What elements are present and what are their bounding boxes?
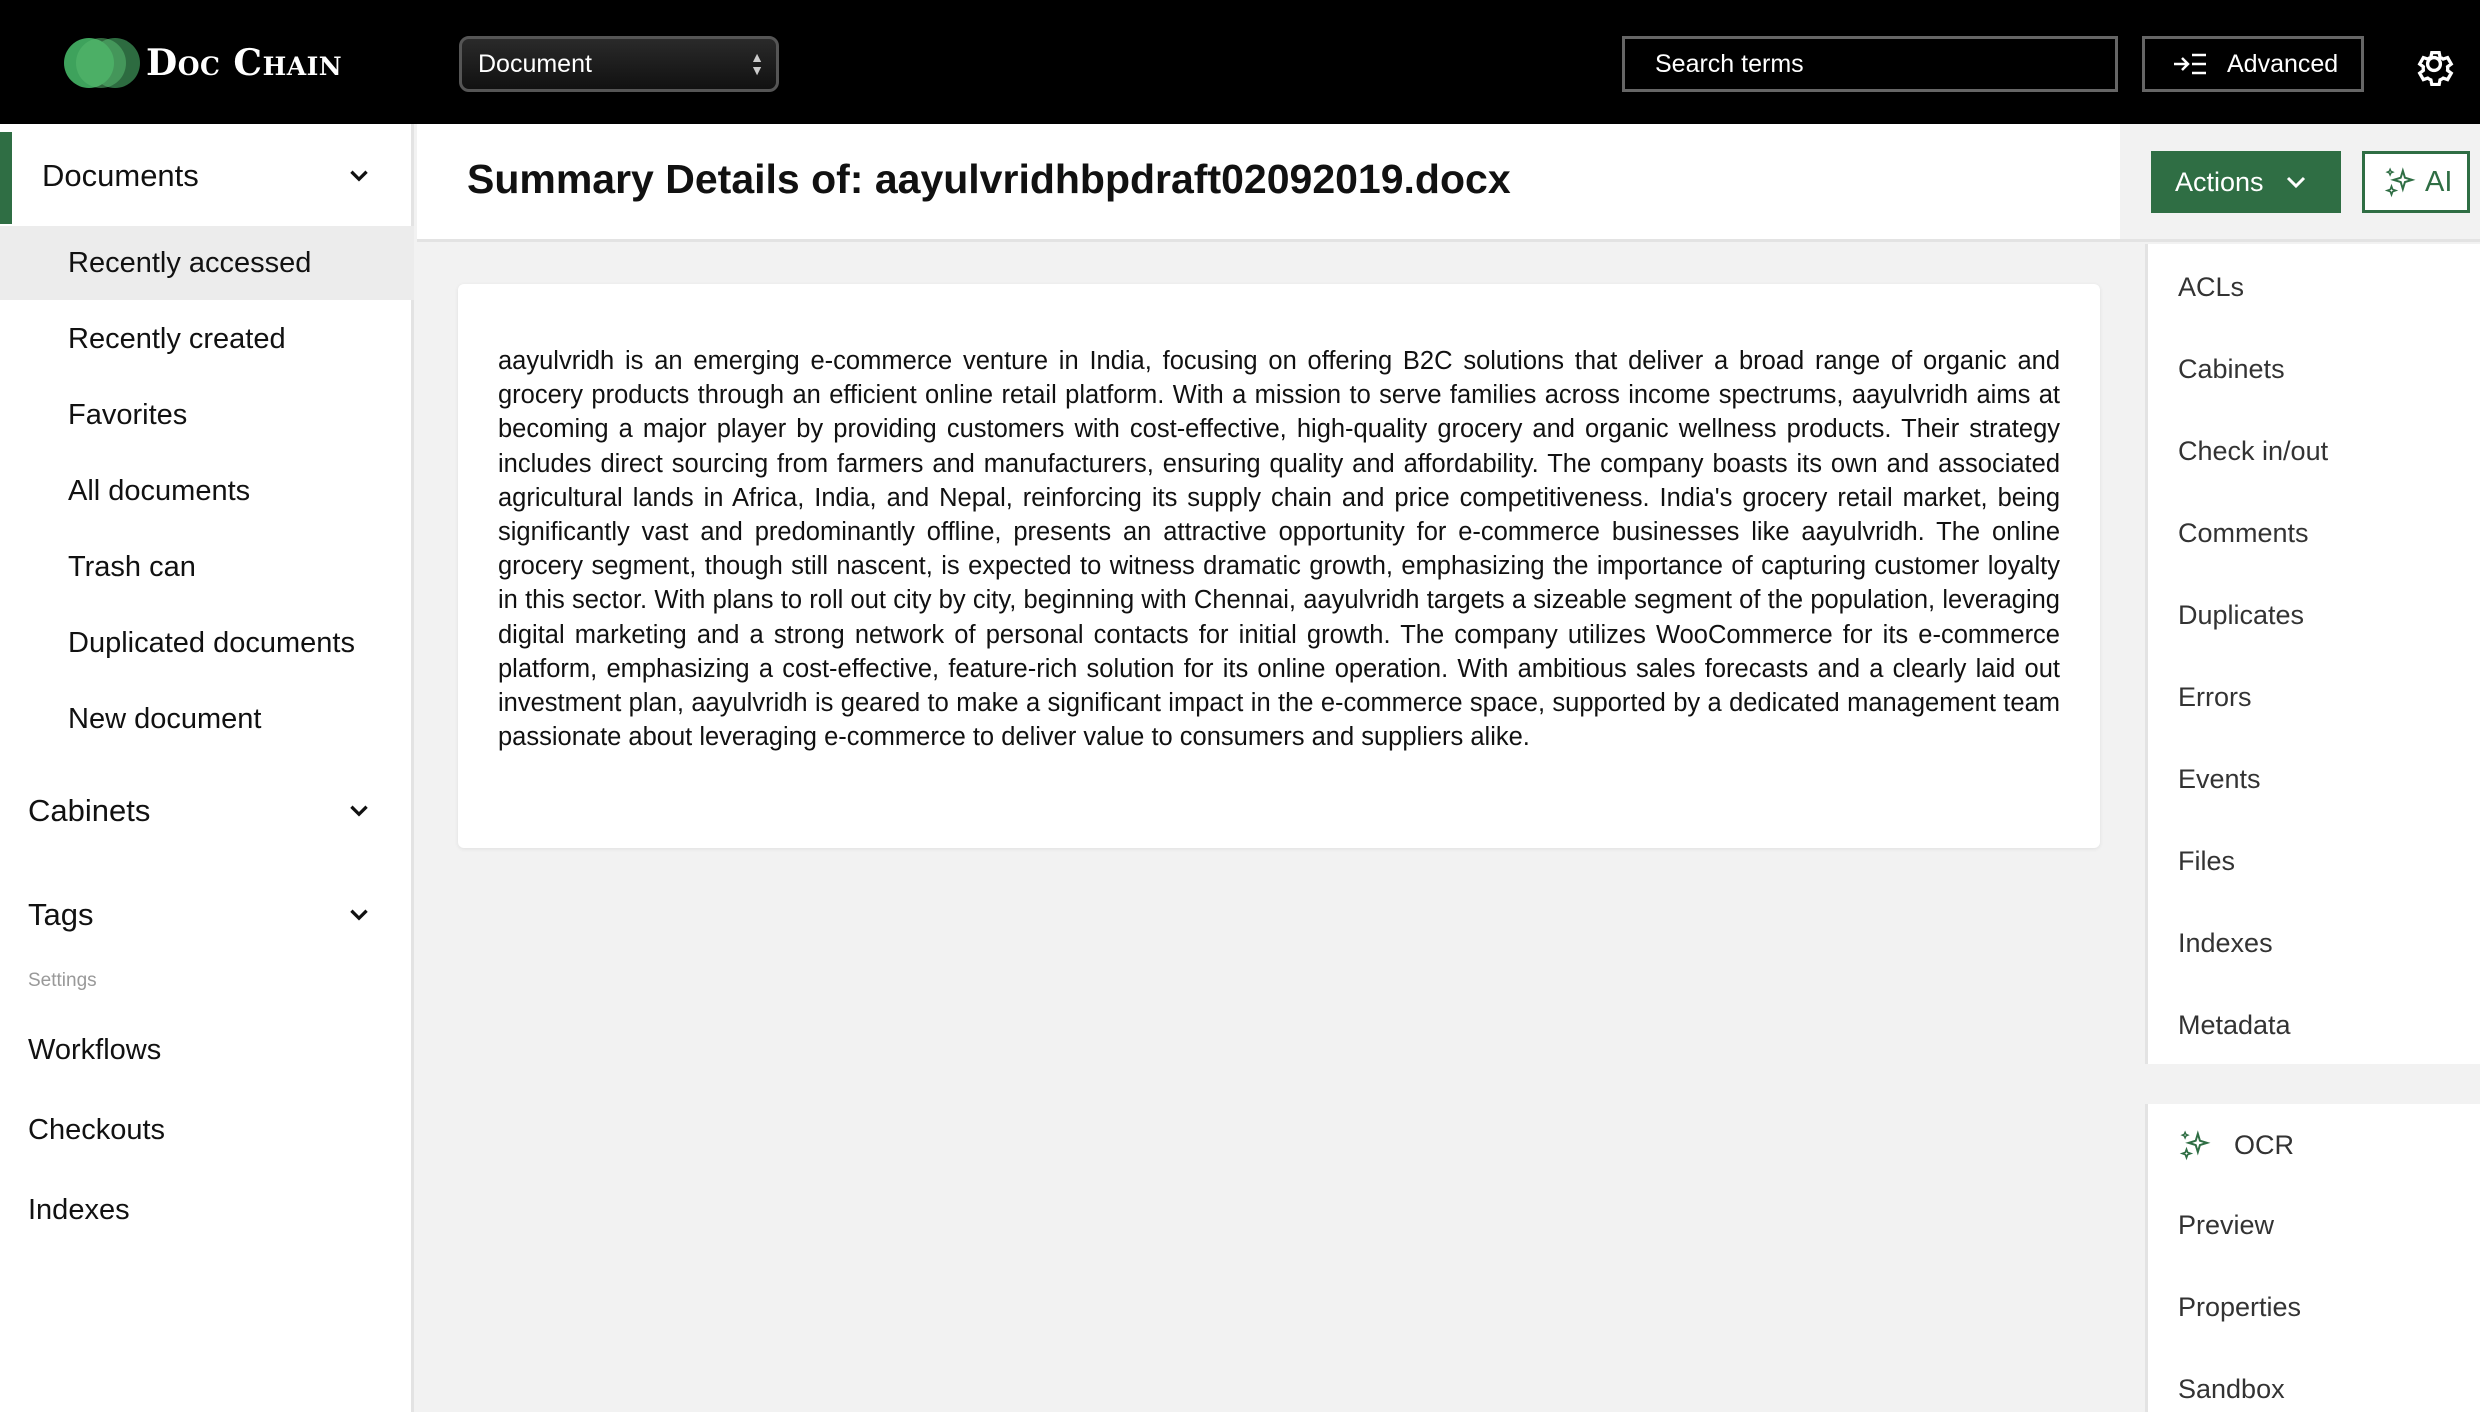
tool-item-preview[interactable]: Preview: [2178, 1210, 2274, 1241]
sidebar-section-tags[interactable]: Tags: [0, 880, 414, 950]
advanced-filter-icon: [2174, 53, 2206, 75]
sparkles-icon: [2179, 1130, 2211, 1161]
advanced-label: Advanced: [2227, 49, 2339, 78]
chevron-down-icon: [350, 170, 368, 182]
summary-text: aayulvridh is an emerging e-commerce ven…: [498, 347, 2060, 752]
page-title: Summary Details of: aayulvridhbpdraft020…: [467, 156, 1511, 202]
chevron-down-icon: [2286, 176, 2305, 189]
tool-item-cabinets[interactable]: Cabinets: [2178, 354, 2285, 385]
summary-card: aayulvridh is an emerging e-commerce ven…: [458, 284, 2100, 848]
top-bar: Doc Chain Document ▲▼ Advanced: [0, 0, 2480, 124]
sidebar: Documents Recently accessed Recently cre…: [0, 124, 414, 1412]
tool-item-ocr[interactable]: OCR: [2178, 1128, 2294, 1162]
sidebar-link-checkouts[interactable]: Checkouts: [28, 1114, 165, 1147]
tags-label: Tags: [28, 897, 94, 932]
document-type-select[interactable]: Document ▲ ▼: [459, 36, 779, 92]
ai-button[interactable]: AI: [2362, 151, 2470, 213]
sidebar-item-trash-can[interactable]: Trash can: [0, 530, 414, 604]
sidebar-section-documents[interactable]: Documents: [0, 128, 414, 224]
active-indicator: [0, 132, 12, 224]
advanced-search-button[interactable]: Advanced: [2142, 36, 2364, 92]
tool-item-sandbox[interactable]: Sandbox: [2178, 1374, 2285, 1405]
document-type-value: Document: [478, 49, 592, 78]
select-arrows-icon: ▲ ▼: [750, 49, 764, 78]
sidebar-section-cabinets[interactable]: Cabinets: [0, 776, 414, 846]
page-header: Summary Details of: aayulvridhbpdraft020…: [417, 124, 2120, 242]
cabinets-label: Cabinets: [28, 793, 151, 828]
tool-item-properties[interactable]: Properties: [2178, 1292, 2301, 1323]
actions-dropdown-button[interactable]: Actions: [2151, 151, 2341, 213]
tool-item-check-in-out[interactable]: Check in/out: [2178, 436, 2328, 467]
sidebar-item-favorites[interactable]: Favorites: [0, 378, 414, 452]
ai-label: AI: [2425, 165, 2453, 198]
sidebar-item-recently-accessed[interactable]: Recently accessed: [0, 226, 414, 300]
tool-item-acls[interactable]: ACLs: [2178, 272, 2244, 303]
ocr-label: OCR: [2234, 1129, 2294, 1160]
tool-item-duplicates[interactable]: Duplicates: [2178, 600, 2304, 631]
actions-label: Actions: [2175, 166, 2264, 197]
search-input[interactable]: [1622, 36, 2118, 92]
settings-gear-icon[interactable]: [2412, 42, 2456, 86]
tool-item-errors[interactable]: Errors: [2178, 682, 2252, 713]
tool-item-files[interactable]: Files: [2178, 846, 2235, 877]
documents-label: Documents: [42, 158, 199, 193]
tool-item-metadata[interactable]: Metadata: [2178, 1010, 2291, 1041]
chevron-down-icon: [350, 909, 368, 921]
sparkles-icon: [2384, 167, 2416, 198]
sidebar-item-new-document[interactable]: New document: [0, 682, 414, 756]
tool-item-indexes[interactable]: Indexes: [2178, 928, 2273, 959]
app-name: Doc Chain: [146, 42, 343, 84]
tool-item-comments[interactable]: Comments: [2178, 518, 2309, 549]
sidebar-item-recently-created[interactable]: Recently created: [0, 302, 414, 376]
chevron-down-icon: [350, 805, 368, 817]
sidebar-link-workflows[interactable]: Workflows: [28, 1034, 161, 1067]
app-logo[interactable]: Doc Chain: [64, 36, 342, 90]
sidebar-link-indexes[interactable]: Indexes: [28, 1194, 130, 1227]
tool-item-events[interactable]: Events: [2178, 764, 2261, 795]
logo-mark: [64, 36, 140, 90]
settings-heading: Settings: [28, 970, 97, 991]
sidebar-item-duplicated-documents[interactable]: Duplicated documents: [0, 606, 414, 680]
sidebar-item-all-documents[interactable]: All documents: [0, 454, 414, 528]
